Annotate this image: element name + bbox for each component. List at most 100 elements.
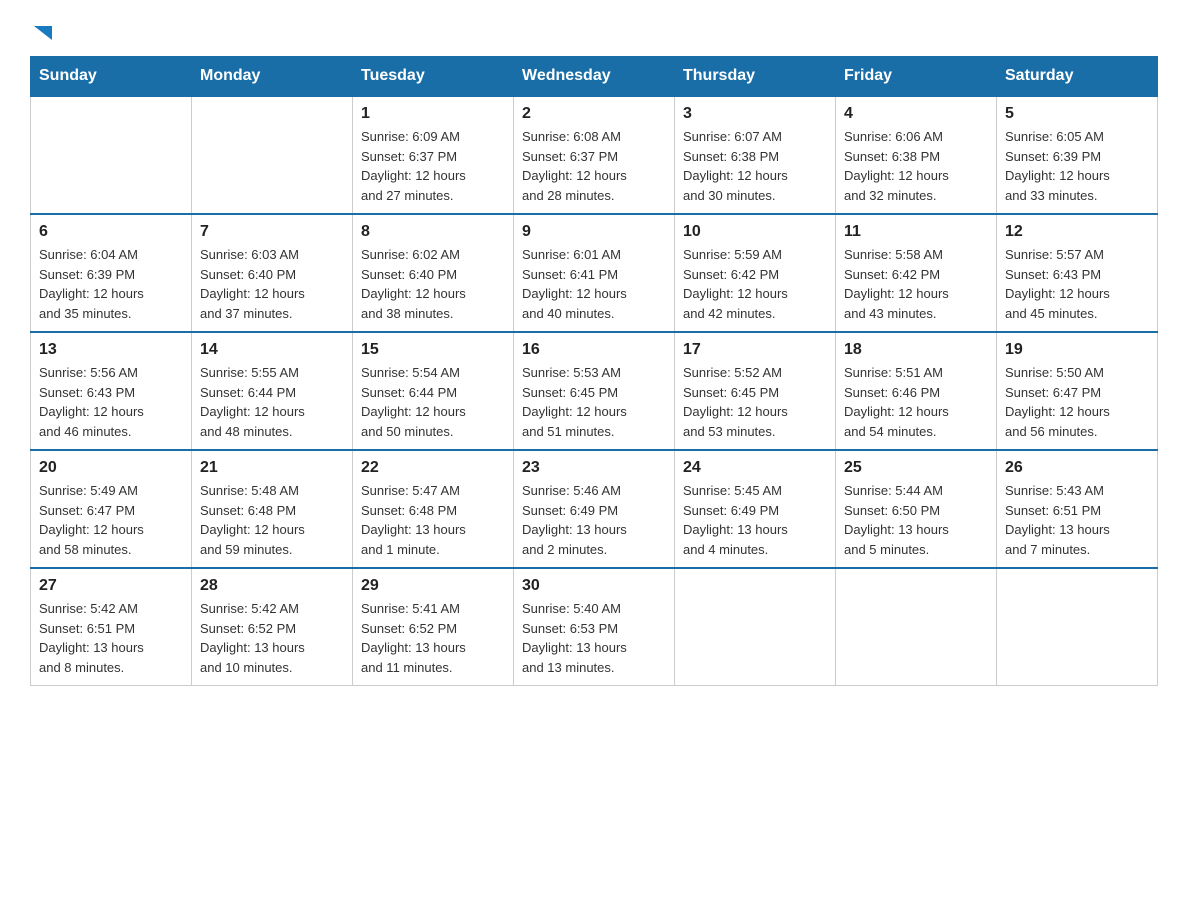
- day-number: 8: [361, 223, 505, 241]
- day-number: 21: [200, 459, 344, 477]
- calendar-cell: [997, 568, 1158, 686]
- calendar-cell: 29 Sunrise: 5:41 AM Sunset: 6:52 PM Dayli…: [353, 568, 514, 686]
- day-number: 29: [361, 577, 505, 595]
- day-number: 4: [844, 105, 988, 123]
- day-info: Sunrise: 5:42 AM Sunset: 6:52 PM Dayligh…: [200, 599, 344, 677]
- calendar-week-row: 1Sunrise: 6:09 AM Sunset: 6:37 PM Daylig…: [31, 96, 1158, 214]
- day-number: 26: [1005, 459, 1149, 477]
- calendar-week-row: 6 Sunrise: 6:04 AM Sunset: 6:39 PM Daylig…: [31, 214, 1158, 332]
- day-number: 10: [683, 223, 827, 241]
- day-info: Sunrise: 5:58 AM Sunset: 6:42 PM Dayligh…: [844, 245, 988, 323]
- calendar-header: SundayMondayTuesdayWednesdayThursdayFrid…: [31, 57, 1158, 97]
- calendar-week-row: 13 Sunrise: 5:56 AM Sunset: 6:43 PM Dayli…: [31, 332, 1158, 450]
- calendar-cell: 24Sunrise: 5:45 AM Sunset: 6:49 PM Dayli…: [675, 450, 836, 568]
- day-info: Sunrise: 5:49 AM Sunset: 6:47 PM Dayligh…: [39, 481, 183, 559]
- day-info: Sunrise: 6:04 AM Sunset: 6:39 PM Dayligh…: [39, 245, 183, 323]
- day-number: 19: [1005, 341, 1149, 359]
- calendar-cell: 5 Sunrise: 6:05 AM Sunset: 6:39 PM Daylig…: [997, 96, 1158, 214]
- calendar-cell: 25Sunrise: 5:44 AM Sunset: 6:50 PM Dayli…: [836, 450, 997, 568]
- weekday-header-friday: Friday: [836, 57, 997, 97]
- calendar-cell: 27 Sunrise: 5:42 AM Sunset: 6:51 PM Dayli…: [31, 568, 192, 686]
- day-info: Sunrise: 5:54 AM Sunset: 6:44 PM Dayligh…: [361, 363, 505, 441]
- day-info: Sunrise: 5:40 AM Sunset: 6:53 PM Dayligh…: [522, 599, 666, 677]
- page-header: [30, 20, 1158, 36]
- calendar-cell: 21 Sunrise: 5:48 AM Sunset: 6:48 PM Dayli…: [192, 450, 353, 568]
- calendar-cell: 4 Sunrise: 6:06 AM Sunset: 6:38 PM Daylig…: [836, 96, 997, 214]
- day-info: Sunrise: 5:59 AM Sunset: 6:42 PM Dayligh…: [683, 245, 827, 323]
- day-number: 7: [200, 223, 344, 241]
- calendar-cell: 9Sunrise: 6:01 AM Sunset: 6:41 PM Daylig…: [514, 214, 675, 332]
- day-info: Sunrise: 5:56 AM Sunset: 6:43 PM Dayligh…: [39, 363, 183, 441]
- calendar-cell: 8 Sunrise: 6:02 AM Sunset: 6:40 PM Daylig…: [353, 214, 514, 332]
- day-info: Sunrise: 5:44 AM Sunset: 6:50 PM Dayligh…: [844, 481, 988, 559]
- day-number: 18: [844, 341, 988, 359]
- day-number: 2: [522, 105, 666, 123]
- weekday-header-wednesday: Wednesday: [514, 57, 675, 97]
- day-info: Sunrise: 5:51 AM Sunset: 6:46 PM Dayligh…: [844, 363, 988, 441]
- day-info: Sunrise: 5:53 AM Sunset: 6:45 PM Dayligh…: [522, 363, 666, 441]
- calendar-cell: [192, 96, 353, 214]
- day-number: 22: [361, 459, 505, 477]
- calendar-cell: 26 Sunrise: 5:43 AM Sunset: 6:51 PM Dayli…: [997, 450, 1158, 568]
- day-number: 3: [683, 105, 827, 123]
- weekday-header-tuesday: Tuesday: [353, 57, 514, 97]
- calendar-cell: 13 Sunrise: 5:56 AM Sunset: 6:43 PM Dayli…: [31, 332, 192, 450]
- day-info: Sunrise: 5:41 AM Sunset: 6:52 PM Dayligh…: [361, 599, 505, 677]
- day-info: Sunrise: 6:07 AM Sunset: 6:38 PM Dayligh…: [683, 127, 827, 205]
- day-info: Sunrise: 6:09 AM Sunset: 6:37 PM Dayligh…: [361, 127, 505, 205]
- calendar-cell: 23Sunrise: 5:46 AM Sunset: 6:49 PM Dayli…: [514, 450, 675, 568]
- day-info: Sunrise: 6:08 AM Sunset: 6:37 PM Dayligh…: [522, 127, 666, 205]
- day-info: Sunrise: 5:57 AM Sunset: 6:43 PM Dayligh…: [1005, 245, 1149, 323]
- calendar-cell: 15 Sunrise: 5:54 AM Sunset: 6:44 PM Dayli…: [353, 332, 514, 450]
- day-number: 30: [522, 577, 666, 595]
- calendar-cell: 16 Sunrise: 5:53 AM Sunset: 6:45 PM Dayli…: [514, 332, 675, 450]
- day-info: Sunrise: 5:42 AM Sunset: 6:51 PM Dayligh…: [39, 599, 183, 677]
- day-info: Sunrise: 5:48 AM Sunset: 6:48 PM Dayligh…: [200, 481, 344, 559]
- day-info: Sunrise: 6:06 AM Sunset: 6:38 PM Dayligh…: [844, 127, 988, 205]
- calendar-cell: 19 Sunrise: 5:50 AM Sunset: 6:47 PM Dayli…: [997, 332, 1158, 450]
- calendar-cell: 17 Sunrise: 5:52 AM Sunset: 6:45 PM Dayli…: [675, 332, 836, 450]
- logo-triangle-icon: [32, 22, 54, 44]
- calendar-week-row: 20 Sunrise: 5:49 AM Sunset: 6:47 PM Dayli…: [31, 450, 1158, 568]
- calendar-cell: 1Sunrise: 6:09 AM Sunset: 6:37 PM Daylig…: [353, 96, 514, 214]
- day-info: Sunrise: 5:45 AM Sunset: 6:49 PM Dayligh…: [683, 481, 827, 559]
- calendar-cell: 20 Sunrise: 5:49 AM Sunset: 6:47 PM Dayli…: [31, 450, 192, 568]
- weekday-header-thursday: Thursday: [675, 57, 836, 97]
- day-info: Sunrise: 6:02 AM Sunset: 6:40 PM Dayligh…: [361, 245, 505, 323]
- calendar-table: SundayMondayTuesdayWednesdayThursdayFrid…: [30, 56, 1158, 686]
- day-number: 28: [200, 577, 344, 595]
- day-number: 15: [361, 341, 505, 359]
- day-number: 27: [39, 577, 183, 595]
- weekday-header-saturday: Saturday: [997, 57, 1158, 97]
- day-info: Sunrise: 5:52 AM Sunset: 6:45 PM Dayligh…: [683, 363, 827, 441]
- calendar-cell: [675, 568, 836, 686]
- calendar-cell: 12Sunrise: 5:57 AM Sunset: 6:43 PM Dayli…: [997, 214, 1158, 332]
- day-number: 13: [39, 341, 183, 359]
- calendar-cell: 7Sunrise: 6:03 AM Sunset: 6:40 PM Daylig…: [192, 214, 353, 332]
- calendar-cell: 2 Sunrise: 6:08 AM Sunset: 6:37 PM Daylig…: [514, 96, 675, 214]
- day-number: 20: [39, 459, 183, 477]
- calendar-cell: 30 Sunrise: 5:40 AM Sunset: 6:53 PM Dayli…: [514, 568, 675, 686]
- weekday-header-row: SundayMondayTuesdayWednesdayThursdayFrid…: [31, 57, 1158, 97]
- calendar-body: 1Sunrise: 6:09 AM Sunset: 6:37 PM Daylig…: [31, 96, 1158, 686]
- day-number: 6: [39, 223, 183, 241]
- day-info: Sunrise: 5:50 AM Sunset: 6:47 PM Dayligh…: [1005, 363, 1149, 441]
- calendar-cell: 3 Sunrise: 6:07 AM Sunset: 6:38 PM Daylig…: [675, 96, 836, 214]
- logo: [30, 20, 54, 36]
- day-info: Sunrise: 5:47 AM Sunset: 6:48 PM Dayligh…: [361, 481, 505, 559]
- weekday-header-sunday: Sunday: [31, 57, 192, 97]
- day-number: 17: [683, 341, 827, 359]
- day-number: 16: [522, 341, 666, 359]
- calendar-cell: [836, 568, 997, 686]
- calendar-week-row: 27 Sunrise: 5:42 AM Sunset: 6:51 PM Dayli…: [31, 568, 1158, 686]
- day-info: Sunrise: 5:43 AM Sunset: 6:51 PM Dayligh…: [1005, 481, 1149, 559]
- day-info: Sunrise: 5:46 AM Sunset: 6:49 PM Dayligh…: [522, 481, 666, 559]
- calendar-cell: 22 Sunrise: 5:47 AM Sunset: 6:48 PM Dayli…: [353, 450, 514, 568]
- day-number: 9: [522, 223, 666, 241]
- calendar-cell: [31, 96, 192, 214]
- calendar-cell: 14Sunrise: 5:55 AM Sunset: 6:44 PM Dayli…: [192, 332, 353, 450]
- calendar-cell: 18 Sunrise: 5:51 AM Sunset: 6:46 PM Dayli…: [836, 332, 997, 450]
- day-info: Sunrise: 6:05 AM Sunset: 6:39 PM Dayligh…: [1005, 127, 1149, 205]
- day-number: 5: [1005, 105, 1149, 123]
- weekday-header-monday: Monday: [192, 57, 353, 97]
